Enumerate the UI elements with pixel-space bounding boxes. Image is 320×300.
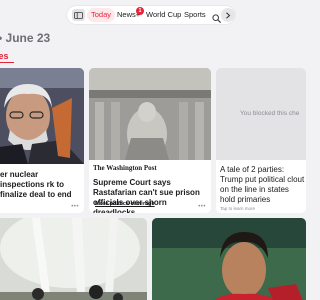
news-card-fountain[interactable] [0, 218, 147, 300]
blocked-content-placeholder: You blocked this che [216, 68, 306, 160]
news-badge: 1 [136, 7, 144, 15]
article-photo [0, 218, 147, 300]
more-options-icon[interactable]: ••• [198, 204, 206, 210]
news-card-primaries[interactable]: You blocked this che A tale of 2 parties… [216, 68, 306, 213]
search-icon[interactable] [212, 10, 221, 28]
tab-sports[interactable]: Sports [184, 10, 206, 20]
publisher-logo: The Washington Post [93, 164, 157, 172]
tab-bar: Today News+ 1 World Cup Sports [67, 6, 235, 24]
article-photo [89, 68, 211, 160]
article-photo [152, 218, 306, 300]
sidebar-toggle-icon[interactable] [72, 9, 85, 21]
chevron-right-icon[interactable] [221, 8, 235, 22]
card-headline[interactable]: Supreme Court says Rastafarian can't sue… [93, 178, 209, 213]
section-title[interactable]: ies [0, 51, 9, 61]
blocked-message: You blocked this che [240, 110, 300, 117]
section-underline [0, 62, 14, 63]
tab-today[interactable]: Today [87, 8, 116, 22]
news-card-soccer[interactable] [152, 218, 306, 300]
tap-to-learn-more[interactable]: Tap to learn more [220, 206, 255, 211]
news-card-nuclear[interactable]: er nuclear inspections rk to finalize de… [0, 68, 84, 213]
tab-world-cup[interactable]: World Cup [146, 10, 181, 20]
more-coverage-link[interactable]: More politics coverage [95, 201, 155, 207]
more-options-icon[interactable]: ••• [71, 204, 79, 210]
article-photo [0, 68, 84, 164]
card-headline[interactable]: A tale of 2 parties: Trump put political… [220, 165, 306, 205]
news-card-supreme-court[interactable]: The Washington Post Supreme Court says R… [89, 68, 211, 213]
card-headline[interactable]: er nuclear inspections rk to finalize de… [0, 170, 84, 200]
date-heading: • June 23 [0, 31, 51, 45]
